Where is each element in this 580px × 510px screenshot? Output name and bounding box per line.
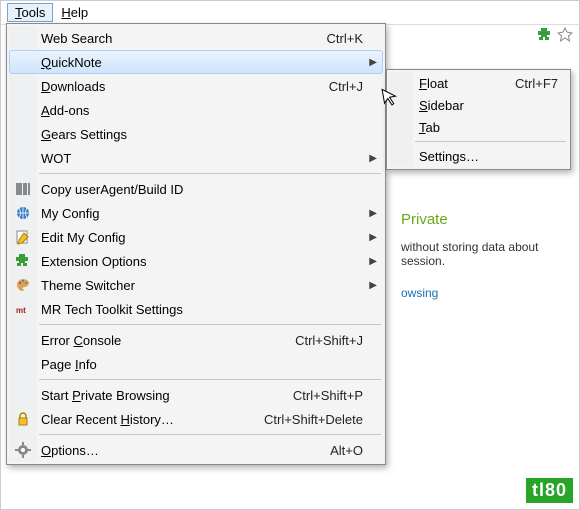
bg-heading: Private (401, 211, 538, 228)
addon-icon[interactable] (537, 27, 553, 43)
submenu-sidebar[interactable]: Sidebar (389, 94, 568, 116)
globe-icon (15, 205, 31, 221)
label-my-config: My Config (41, 206, 363, 221)
toolkit-icon: mt (15, 301, 31, 317)
menu-wot[interactable]: WOT ▶ (9, 146, 383, 170)
menu-copy-useragent[interactable]: Copy userAgent/Build ID (9, 177, 383, 201)
menu-separator (39, 379, 381, 380)
submenu-tab[interactable]: Tab (389, 116, 568, 138)
menu-start-private[interactable]: Start Private Browsing Ctrl+Shift+P (9, 383, 383, 407)
shortcut-error-console: Ctrl+Shift+J (295, 333, 363, 348)
palette-icon (15, 277, 31, 293)
watermark: tl80 (526, 478, 573, 503)
label-web-search: Web Search (41, 31, 112, 46)
submenu-arrow-icon: ▶ (369, 57, 377, 68)
bg-line1: without storing data about (401, 240, 538, 254)
label-ext-options: Extension Options (41, 254, 363, 269)
svg-text:mt: mt (16, 306, 26, 315)
menu-quicknote[interactable]: QuickNote ▶ (9, 50, 383, 74)
submenu-float[interactable]: Float Ctrl+F7 (389, 72, 568, 94)
quicknote-submenu: Float Ctrl+F7 Sidebar Tab Settings… (386, 69, 571, 170)
shortcut-float: Ctrl+F7 (515, 76, 558, 91)
menu-separator (39, 434, 381, 435)
menu-addons[interactable]: Add-ons (9, 98, 383, 122)
submenu-separator (415, 141, 566, 142)
submenu-arrow-icon: ▶ (369, 153, 377, 164)
menu-theme-switcher[interactable]: Theme Switcher ▶ (9, 273, 383, 297)
submenu-arrow-icon: ▶ (369, 208, 377, 219)
menu-gears[interactable]: Gears Settings (9, 122, 383, 146)
puzzle-icon (15, 253, 31, 269)
menu-error-console[interactable]: Error Console Ctrl+Shift+J (9, 328, 383, 352)
star-icon[interactable] (557, 27, 573, 43)
label-settings: Settings… (419, 149, 558, 164)
tools-menu: Web Search Ctrl+K QuickNote ▶ Downloads … (6, 23, 386, 465)
menu-extension-options[interactable]: Extension Options ▶ (9, 249, 383, 273)
menubar: Tools Help (1, 1, 579, 25)
menu-page-info[interactable]: Page Info (9, 352, 383, 376)
barcode-icon (15, 181, 31, 197)
shortcut-web-search: Ctrl+K (327, 31, 363, 46)
menu-separator (39, 324, 381, 325)
bg-link[interactable]: owsing (401, 286, 538, 300)
submenu-arrow-icon: ▶ (369, 280, 377, 291)
lock-icon (15, 411, 31, 427)
menu-edit-my-config[interactable]: Edit My Config ▶ (9, 225, 383, 249)
gear-icon (15, 442, 31, 458)
toolbar-right (537, 27, 573, 43)
menu-my-config[interactable]: My Config ▶ (9, 201, 383, 225)
menu-mr-tech[interactable]: mt MR Tech Toolkit Settings (9, 297, 383, 321)
shortcut-downloads: Ctrl+J (329, 79, 363, 94)
menubar-help[interactable]: Help (53, 3, 96, 22)
label-mr-tech: MR Tech Toolkit Settings (41, 302, 363, 317)
shortcut-private: Ctrl+Shift+P (293, 388, 363, 403)
submenu-arrow-icon: ▶ (369, 232, 377, 243)
menu-separator (39, 173, 381, 174)
label-theme-switcher: Theme Switcher (41, 278, 363, 293)
label-wot: WOT (41, 151, 363, 166)
submenu-settings[interactable]: Settings… (389, 145, 568, 167)
background-content: Private without storing data about sessi… (401, 211, 538, 300)
menu-downloads[interactable]: Downloads Ctrl+J (9, 74, 383, 98)
menu-web-search[interactable]: Web Search Ctrl+K (9, 26, 383, 50)
shortcut-options: Alt+O (330, 443, 363, 458)
edit-icon (15, 229, 31, 245)
label-copy-ua: Copy userAgent/Build ID (41, 182, 363, 197)
bg-line2: session. (401, 254, 538, 268)
menu-clear-history[interactable]: Clear Recent History… Ctrl+Shift+Delete (9, 407, 383, 431)
shortcut-clear-history: Ctrl+Shift+Delete (264, 412, 363, 427)
submenu-arrow-icon: ▶ (369, 256, 377, 267)
menubar-tools[interactable]: Tools (7, 3, 53, 22)
label-edit-config: Edit My Config (41, 230, 363, 245)
menu-options[interactable]: Options… Alt+O (9, 438, 383, 462)
